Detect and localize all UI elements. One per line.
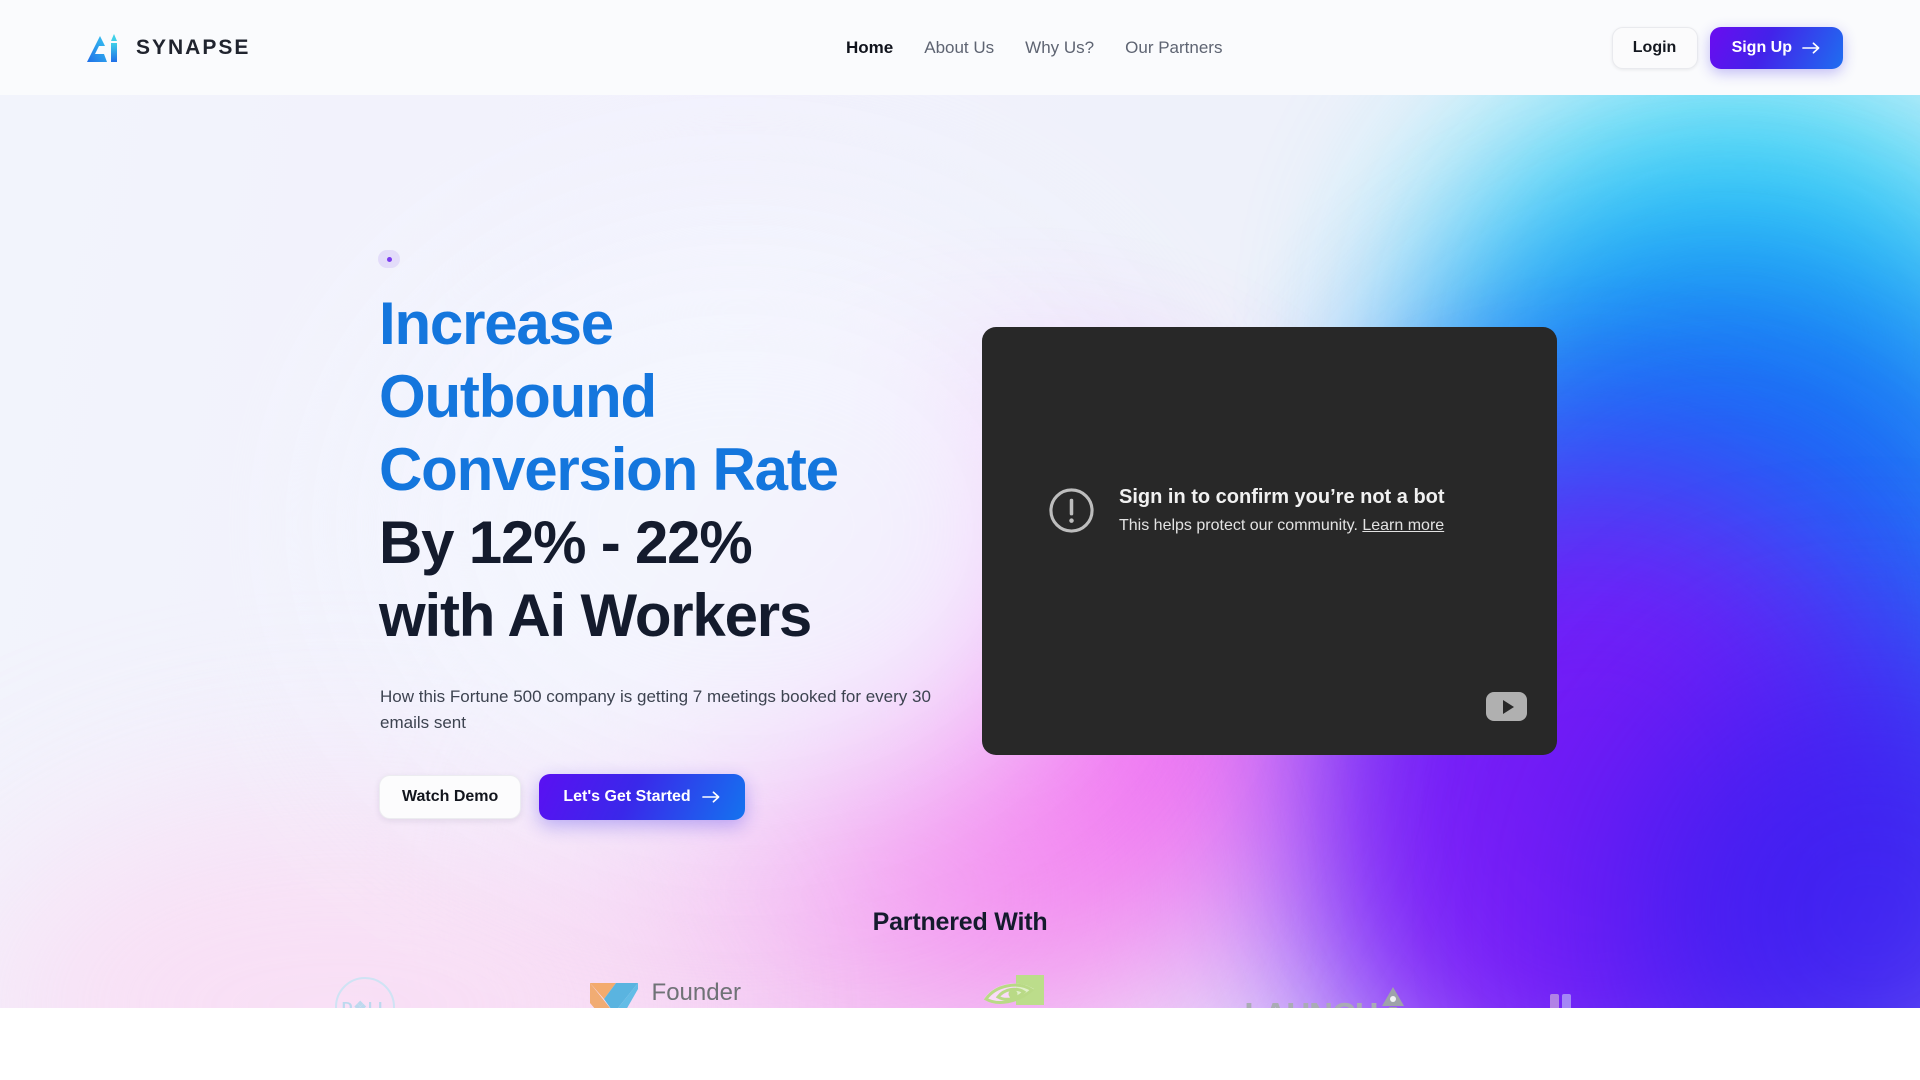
- alert-circle-icon: [1049, 488, 1094, 533]
- badge-dot-icon: [386, 256, 392, 262]
- founder-university-wordmark: Founder University: [651, 978, 773, 1008]
- founder-university-check-icon: [589, 983, 638, 1008]
- get-started-button-label: Let's Get Started: [563, 788, 691, 805]
- video-player[interactable]: Sign in to confirm you’re not a bot This…: [982, 327, 1557, 755]
- signup-button-label: Sign Up: [1731, 38, 1792, 56]
- headline-line-1: Increase: [379, 290, 614, 357]
- get-started-button[interactable]: Let's Get Started: [539, 774, 745, 820]
- main-nav: Home About Us Why Us? Our Partners: [846, 38, 1222, 58]
- partner-logo-nvidia: nVIDIA: [940, 957, 1090, 1008]
- watch-demo-button[interactable]: Watch Demo: [379, 775, 522, 819]
- hero-subtitle: How this Fortune 500 company is getting …: [380, 687, 931, 732]
- headline-line-2: Outbound: [379, 363, 657, 430]
- hero-eyebrow-badge: [378, 250, 400, 268]
- headline-line-5: with Ai Workers: [379, 582, 812, 649]
- dell-circle-icon: D❖LL: [335, 977, 395, 1008]
- headline-line-3: Conversion Rate: [379, 436, 839, 503]
- arrow-right-icon: [701, 791, 720, 803]
- page-title: Increase Outbound Conversion Rate By 12%…: [379, 287, 979, 652]
- ai-synapse-logo-icon: [87, 33, 117, 62]
- play-triangle-icon: [1502, 699, 1514, 714]
- site-header: SYNAPSE Home About Us Why Us? Our Partne…: [0, 0, 1920, 95]
- partial-logo-icon: [1549, 994, 1571, 1008]
- gate-title: Sign in to confirm you’re not a bot: [1119, 486, 1445, 508]
- youtube-logo-icon[interactable]: [1486, 692, 1527, 721]
- partner-logo-strip: D❖LL Founder University: [0, 957, 1920, 1008]
- dell-wordmark: D❖LL: [341, 999, 389, 1008]
- partner-logo-launch: LAUNCH: [1220, 957, 1430, 1008]
- brand-logo[interactable]: SYNAPSE: [84, 33, 250, 63]
- launch-wordmark: LAUNCH: [1244, 998, 1378, 1009]
- nav-item-why-us[interactable]: Why Us?: [1025, 38, 1094, 58]
- founder-line-2: University: [652, 1006, 773, 1008]
- hero-section: Increase Outbound Conversion Rate By 12%…: [0, 95, 1920, 1008]
- partner-logo-partial: [1520, 957, 1600, 1008]
- login-button[interactable]: Login: [1611, 26, 1698, 69]
- arrow-right-icon: [1802, 41, 1820, 54]
- headline-line-4: By 12% - 22%: [379, 509, 753, 576]
- partners-heading: Partnered With: [872, 908, 1048, 936]
- gate-subtitle: This helps protect our community. Learn …: [1119, 515, 1445, 537]
- nav-item-about-us[interactable]: About Us: [924, 38, 994, 58]
- hero-cta-row: Watch Demo Let's Get Started: [379, 774, 745, 820]
- partner-logo-founder-university: Founder University: [560, 957, 800, 1008]
- founder-line-1: Founder: [651, 978, 741, 1006]
- header-actions: Login Sign Up: [1611, 26, 1843, 69]
- nav-item-our-partners[interactable]: Our Partners: [1125, 38, 1222, 58]
- learn-more-link[interactable]: Learn more: [1362, 517, 1444, 534]
- gate-subtitle-text: This helps protect our community.: [1119, 517, 1358, 534]
- nav-item-home[interactable]: Home: [846, 38, 893, 58]
- brand-name: SYNAPSE: [136, 35, 251, 59]
- bot-verification-notice: Sign in to confirm you’re not a bot This…: [1048, 484, 1445, 537]
- signup-button[interactable]: Sign Up: [1709, 26, 1843, 69]
- page-bottom-whitespace: [0, 1008, 1920, 1080]
- nvidia-eye-icon: [983, 974, 1044, 1005]
- rocket-icon: [1381, 986, 1404, 1008]
- partner-logo-dell: D❖LL: [300, 957, 430, 1008]
